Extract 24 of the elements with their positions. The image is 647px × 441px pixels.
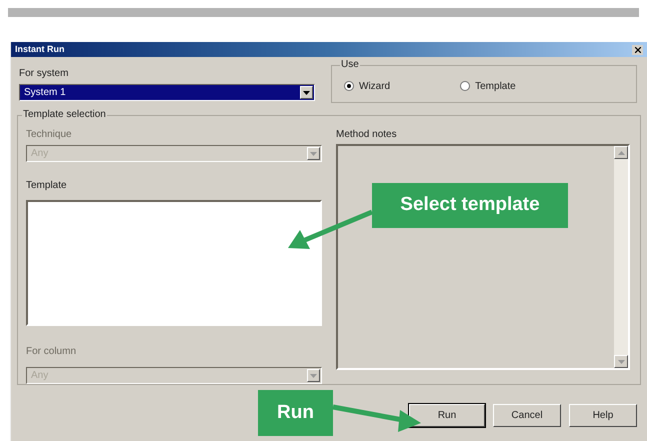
close-icon[interactable] [632, 44, 643, 54]
field-label: For system [19, 69, 70, 79]
dialog-button[interactable]: Help [569, 404, 637, 427]
radio-button[interactable] [460, 81, 470, 91]
template-list[interactable] [26, 200, 322, 326]
group-title: Use [340, 60, 360, 70]
window-title: Instant Run [15, 45, 64, 54]
callout-label: Run [258, 390, 333, 436]
field-label: Technique [26, 130, 73, 140]
scroll-up-icon[interactable] [614, 146, 628, 159]
radio-option[interactable]: Template [460, 78, 516, 94]
dialog-button[interactable]: Run [409, 404, 485, 427]
dropdown-field[interactable]: System 1 [19, 84, 315, 101]
field-value: System 1 [23, 88, 67, 98]
scroll-down-icon[interactable] [614, 355, 628, 368]
dialog-button[interactable]: Cancel [493, 404, 561, 427]
radio-option[interactable]: Wizard [344, 78, 390, 94]
callout-label: Select template [372, 183, 568, 228]
scrollbar[interactable] [614, 146, 628, 368]
field-label: Method notes [336, 130, 398, 140]
field-label: Template [26, 180, 67, 191]
radio-button[interactable] [344, 81, 354, 91]
group-title: Template selection [22, 110, 107, 120]
field-label: For column [26, 346, 76, 357]
